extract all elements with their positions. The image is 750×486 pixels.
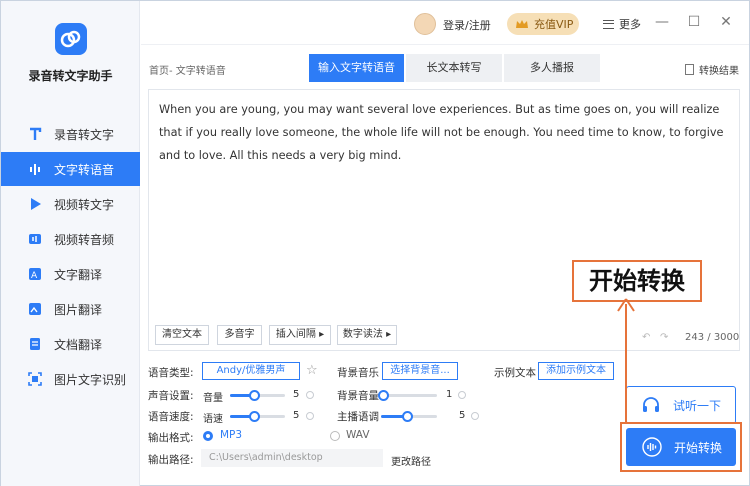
app-name: 录音转文字助手 <box>28 69 113 83</box>
sound-settings-label: 声音设置: <box>148 390 194 402</box>
mp3-radio[interactable] <box>203 431 213 441</box>
voice-name: Andy/优雅男声 <box>216 365 286 376</box>
headphones-icon <box>641 397 661 413</box>
sidebar-item-image-translate[interactable]: 图片翻译 <box>1 292 140 326</box>
sidebar-item-image-ocr[interactable]: 图片文字识别 <box>1 362 140 396</box>
callout-arrowhead <box>617 298 635 312</box>
start-button-highlight <box>620 422 742 472</box>
maximize-icon[interactable]: ☐ <box>686 14 702 30</box>
char-counter: 243 / 3000 <box>685 332 740 343</box>
menu-icon <box>603 19 614 29</box>
bg-volume-label: 背景音量 <box>337 390 379 402</box>
tone-slider[interactable] <box>381 411 437 422</box>
tone-reset-icon[interactable] <box>471 412 479 420</box>
sidebar-item-label: 文档翻译 <box>54 337 103 352</box>
volume-label: 音量 <box>203 393 223 404</box>
editor-text[interactable]: When you are young, you may want several… <box>159 98 735 167</box>
wav-label: WAV <box>346 429 370 441</box>
more-menu[interactable]: 更多 <box>603 16 641 32</box>
minimize-icon[interactable]: — <box>654 14 670 30</box>
document-icon <box>685 64 694 75</box>
avatar[interactable] <box>414 13 436 35</box>
listen-button[interactable]: 试听一下 <box>626 386 736 424</box>
tone-value: 5 <box>459 410 466 421</box>
sidebar-item-label: 录音转文字 <box>54 127 115 142</box>
voice-type-label: 语音类型: <box>148 367 194 379</box>
convert-result-link[interactable]: 转换结果 <box>685 62 739 77</box>
title-bar: 登录/注册 充值VIP 更多 — ☐ ✕ <box>141 1 749 45</box>
add-sample-button[interactable]: 添加示例文本 <box>538 362 614 380</box>
speed-value: 5 <box>293 410 300 421</box>
listen-label: 试听一下 <box>673 398 722 413</box>
more-label: 更多 <box>619 18 641 31</box>
mode-tabs: 输入文字转语音 长文本转写 多人播报 <box>309 54 602 82</box>
bg-volume-reset-icon[interactable] <box>458 391 466 399</box>
undo-icon[interactable]: ↶ <box>642 332 650 343</box>
translate-icon: A <box>28 267 42 281</box>
audio-bars-icon <box>28 162 42 176</box>
bgm-select-button[interactable]: 选择背景音... <box>382 362 458 380</box>
login-link[interactable]: 登录/注册 <box>443 17 491 33</box>
redo-icon[interactable]: ↷ <box>660 332 668 343</box>
text-icon <box>28 127 42 141</box>
callout-label: 开始转换 <box>572 260 702 302</box>
sidebar-item-label: 图片翻译 <box>54 302 103 317</box>
sidebar-item-label: 视频转文字 <box>54 197 115 212</box>
crown-icon <box>515 19 529 29</box>
vip-button[interactable]: 充值VIP <box>507 13 579 35</box>
clear-text-button[interactable]: 清空文本 <box>155 325 209 345</box>
bg-volume-value: 1 <box>446 389 453 400</box>
sidebar-item-video-to-audio[interactable]: 视频转音频 <box>1 222 140 256</box>
tab-input-text[interactable]: 输入文字转语音 <box>309 54 404 82</box>
mp3-label: MP3 <box>220 429 243 441</box>
speed-sublabel: 语速 <box>203 414 223 425</box>
svg-text:A: A <box>31 271 38 281</box>
scan-icon <box>28 372 42 386</box>
convert-result-label: 转换结果 <box>699 66 739 77</box>
document-translate-icon <box>28 337 42 351</box>
volume-value: 5 <box>293 389 300 400</box>
bg-volume-slider[interactable] <box>378 390 437 401</box>
sidebar: 录音转文字助手 录音转文字 文字转语音 视频转文字 视频转音频 A 文字翻译 图… <box>1 1 140 486</box>
sidebar-item-document-translate[interactable]: 文档翻译 <box>1 327 140 361</box>
number-reading-button[interactable]: 数字读法 ▸ <box>337 325 397 345</box>
sidebar-item-label: 文字翻译 <box>54 267 103 282</box>
close-icon[interactable]: ✕ <box>718 14 734 30</box>
tab-long-text[interactable]: 长文本转写 <box>406 54 502 82</box>
voice-select-button[interactable]: Andy/优雅男声 <box>202 362 300 380</box>
tab-multi-speaker[interactable]: 多人播报 <box>504 54 600 82</box>
bgm-label: 背景音乐 <box>337 367 379 379</box>
video-audio-icon <box>28 232 42 246</box>
polyphone-button[interactable]: 多音字 <box>217 325 262 345</box>
play-icon <box>28 197 42 211</box>
image-translate-icon <box>28 302 42 316</box>
sidebar-item-text-translate[interactable]: A 文字翻译 <box>1 257 140 291</box>
sample-text-label: 示例文本 <box>494 367 536 379</box>
change-path-link[interactable]: 更改路径 <box>391 453 431 468</box>
breadcrumb: 首页- 文字转语音 <box>149 66 226 77</box>
vip-label: 充值VIP <box>534 18 574 31</box>
sidebar-item-label: 图片文字识别 <box>54 372 127 387</box>
star-icon[interactable]: ☆ <box>306 363 318 378</box>
sidebar-item-video-to-text[interactable]: 视频转文字 <box>1 187 140 221</box>
tone-label: 主播语调 <box>337 411 379 423</box>
insert-pause-button[interactable]: 插入间隔 ▸ <box>269 325 331 345</box>
volume-reset-icon[interactable] <box>306 391 314 399</box>
format-label: 输出格式: <box>148 432 194 444</box>
volume-slider[interactable] <box>230 390 285 401</box>
wav-radio[interactable] <box>330 431 340 441</box>
speed-slider[interactable] <box>230 411 285 422</box>
sidebar-item-text-to-speech[interactable]: 文字转语音 <box>1 152 140 186</box>
app-logo <box>55 23 87 55</box>
text-editor[interactable]: When you are young, you may want several… <box>148 89 740 351</box>
speed-reset-icon[interactable] <box>306 412 314 420</box>
sidebar-item-audio-to-text[interactable]: 录音转文字 <box>1 117 140 151</box>
callout-connector <box>625 304 627 422</box>
speed-label: 语音速度: <box>148 411 194 423</box>
path-label: 输出路径: <box>148 454 194 466</box>
sidebar-item-label: 文字转语音 <box>54 162 115 177</box>
app-window: 录音转文字助手 录音转文字 文字转语音 视频转文字 视频转音频 A 文字翻译 图… <box>0 0 750 486</box>
sidebar-item-label: 视频转音频 <box>54 232 115 247</box>
output-path-field[interactable]: C:\Users\admin\desktop <box>201 449 383 467</box>
